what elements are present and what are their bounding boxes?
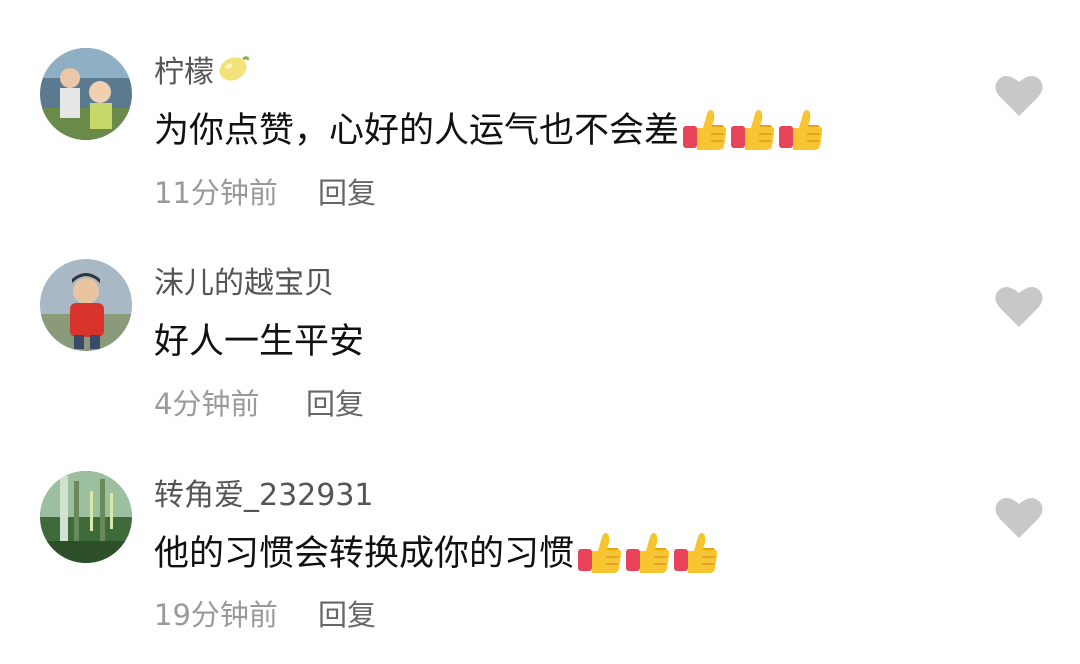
heart-icon [995, 497, 1043, 538]
comment-text-content: 好人一生平安 [154, 322, 365, 362]
comment-text-content: 他的习惯会转换成你的习惯 [154, 534, 575, 574]
thumbs-group [576, 531, 720, 577]
thumbs-up-icon [624, 531, 672, 577]
username[interactable]: 沫儿的越宝贝 [154, 264, 334, 304]
like-button[interactable] [994, 284, 1044, 328]
timestamp: 19分钟前 [154, 598, 278, 632]
comment-item: 转角爱_232931 他的习惯会转换成你的习惯 19分钟前 回复 [0, 0, 1080, 632]
reply-button[interactable]: 回复 [318, 595, 376, 635]
avatar[interactable] [40, 259, 132, 351]
timestamp: 4分钟前 [154, 387, 260, 421]
comment-text: 他的习惯会转换成你的习惯 [154, 531, 720, 577]
username[interactable]: 转角爱_232931 [154, 476, 374, 516]
username-text: 转角爱_232931 [154, 478, 374, 513]
comment-text: 好人一生平安 [154, 319, 364, 365]
comment-meta: 4分钟前 回复 [154, 384, 364, 424]
avatar[interactable] [40, 471, 132, 563]
heart-icon [995, 286, 1043, 327]
reply-button[interactable]: 回复 [306, 384, 364, 424]
like-button[interactable] [994, 495, 1044, 539]
thumbs-up-icon [672, 531, 720, 577]
thumbs-up-icon [576, 531, 624, 577]
comment-meta: 19分钟前 回复 [154, 595, 376, 635]
username-text: 沫儿的越宝贝 [154, 266, 334, 301]
